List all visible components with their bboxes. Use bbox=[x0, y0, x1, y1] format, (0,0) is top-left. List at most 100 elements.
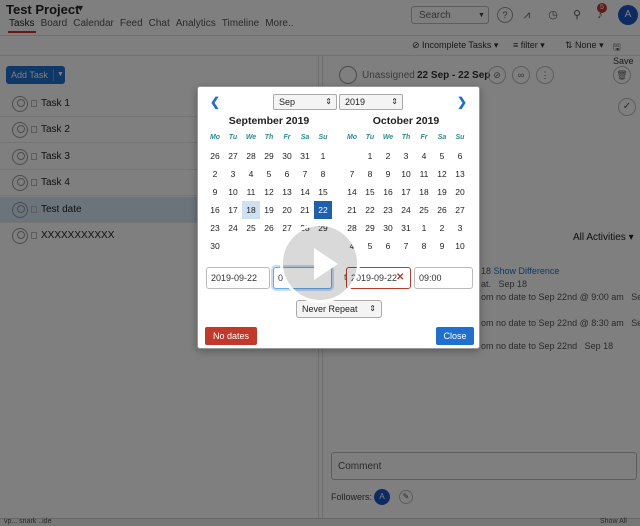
calendar-day[interactable]: 11 bbox=[242, 183, 260, 201]
weekday-header: Th bbox=[264, 134, 274, 141]
calendar-day[interactable]: 1 bbox=[361, 147, 379, 165]
calendar-day[interactable]: 15 bbox=[361, 183, 379, 201]
calendar-day[interactable]: 18 bbox=[415, 183, 433, 201]
weekday-header: Su bbox=[318, 134, 328, 141]
calendar-day[interactable]: 3 bbox=[224, 165, 242, 183]
calendar-day[interactable]: 9 bbox=[379, 165, 397, 183]
updown-icon: ⇕ bbox=[325, 97, 332, 106]
calendar-day[interactable]: 6 bbox=[451, 147, 469, 165]
calendar-day[interactable]: 7 bbox=[397, 237, 415, 255]
calendar-day[interactable]: 3 bbox=[397, 147, 415, 165]
weekday-header: We bbox=[245, 134, 257, 141]
calendar-day[interactable]: 6 bbox=[278, 165, 296, 183]
calendar-day[interactable]: 6 bbox=[379, 237, 397, 255]
calendar-day[interactable]: 30 bbox=[379, 219, 397, 237]
calendar-day[interactable]: 23 bbox=[379, 201, 397, 219]
calendar-day[interactable]: 4 bbox=[415, 147, 433, 165]
calendar-day[interactable]: 22 bbox=[361, 201, 379, 219]
calendar-day[interactable]: 17 bbox=[224, 201, 242, 219]
weekday-header: Th bbox=[401, 134, 411, 141]
weekday-header: Tu bbox=[365, 134, 375, 141]
calendar-day[interactable]: 4 bbox=[242, 165, 260, 183]
calendar-day[interactable]: 21 bbox=[296, 201, 314, 219]
calendar-day[interactable]: 30 bbox=[278, 147, 296, 165]
calendar-day[interactable]: 5 bbox=[433, 147, 451, 165]
no-dates-button[interactable]: No dates bbox=[205, 327, 257, 345]
calendar-day[interactable]: 19 bbox=[433, 183, 451, 201]
calendar-day[interactable]: 26 bbox=[433, 201, 451, 219]
calendar-day[interactable]: 24 bbox=[397, 201, 415, 219]
calendar-day[interactable]: 20 bbox=[451, 183, 469, 201]
calendar-day[interactable]: 17 bbox=[397, 183, 415, 201]
calendar-day[interactable]: 16 bbox=[206, 201, 224, 219]
calendar-day[interactable]: 25 bbox=[415, 201, 433, 219]
calendar-day[interactable]: 19 bbox=[260, 201, 278, 219]
start-date-input[interactable]: 2019-09-22 bbox=[206, 267, 270, 289]
calendar-day[interactable]: 12 bbox=[260, 183, 278, 201]
calendar-day[interactable]: 9 bbox=[206, 183, 224, 201]
prev-month-icon[interactable]: ❮ bbox=[210, 95, 220, 109]
calendar-day[interactable]: 21 bbox=[343, 201, 361, 219]
calendar-day[interactable]: 1 bbox=[314, 147, 332, 165]
calendar-day[interactable]: 15 bbox=[314, 183, 332, 201]
date-range-picker: ❮ Sep ⇕ 2019 ⇕ ❯ September 2019 Mo Tu We Th Fr… bbox=[197, 86, 480, 349]
calendar-day-selected[interactable]: 22 bbox=[314, 201, 332, 219]
calendar-day[interactable]: 8 bbox=[361, 165, 379, 183]
calendar-day[interactable]: 8 bbox=[415, 237, 433, 255]
calendar-day[interactable]: 5 bbox=[361, 237, 379, 255]
calendar-day[interactable]: 3 bbox=[451, 219, 469, 237]
calendar-day[interactable]: 31 bbox=[296, 147, 314, 165]
calendar-day[interactable]: 27 bbox=[224, 147, 242, 165]
calendar-day[interactable]: 10 bbox=[451, 237, 469, 255]
calendar-day[interactable]: 9 bbox=[433, 237, 451, 255]
calendar-title: October 2019 bbox=[372, 115, 440, 127]
calendar-empty-cell bbox=[242, 237, 260, 255]
calendar-empty-cell bbox=[224, 237, 242, 255]
calendar-day[interactable]: 25 bbox=[242, 219, 260, 237]
calendar-day[interactable]: 29 bbox=[260, 147, 278, 165]
calendar-day[interactable]: 7 bbox=[296, 165, 314, 183]
calendar-empty-cell bbox=[343, 147, 361, 165]
calendar-day[interactable]: 26 bbox=[260, 219, 278, 237]
calendar-day[interactable]: 11 bbox=[415, 165, 433, 183]
calendar-day[interactable]: 12 bbox=[433, 165, 451, 183]
calendar-day[interactable]: 13 bbox=[278, 183, 296, 201]
year-select[interactable]: 2019 ⇕ bbox=[339, 94, 403, 110]
calendar-day[interactable]: 16 bbox=[379, 183, 397, 201]
calendar-day[interactable]: 23 bbox=[206, 219, 224, 237]
calendar-day[interactable]: 2 bbox=[206, 165, 224, 183]
calendar-day[interactable]: 10 bbox=[224, 183, 242, 201]
close-button[interactable]: Close bbox=[436, 327, 474, 345]
calendar-day[interactable]: 1 bbox=[415, 219, 433, 237]
next-month-icon[interactable]: ❯ bbox=[457, 95, 467, 109]
repeat-select[interactable]: Never Repeat ⇕ bbox=[296, 300, 382, 318]
clear-icon[interactable]: ✕ bbox=[396, 272, 404, 283]
calendar-day[interactable]: 20 bbox=[278, 201, 296, 219]
calendar-day[interactable]: 13 bbox=[451, 165, 469, 183]
calendar-day[interactable]: 29 bbox=[361, 219, 379, 237]
play-icon[interactable] bbox=[280, 223, 360, 303]
calendar-day[interactable]: 14 bbox=[296, 183, 314, 201]
calendar-day-today[interactable]: 18 bbox=[242, 201, 260, 219]
calendar-day[interactable]: 28 bbox=[242, 147, 260, 165]
calendar-day[interactable]: 30 bbox=[206, 237, 224, 255]
calendar-day[interactable]: 2 bbox=[433, 219, 451, 237]
weekday-header: Tu bbox=[228, 134, 238, 141]
calendar-day[interactable]: 31 bbox=[397, 219, 415, 237]
calendar-day[interactable]: 2 bbox=[379, 147, 397, 165]
calendar-day[interactable]: 14 bbox=[343, 183, 361, 201]
end-time-input[interactable]: 09:00 bbox=[414, 267, 473, 289]
calendar-day[interactable]: 5 bbox=[260, 165, 278, 183]
month-select[interactable]: Sep ⇕ bbox=[273, 94, 337, 110]
updown-icon: ⇕ bbox=[391, 97, 398, 106]
calendar-october: October 2019 Mo Tu We Th Fr Sa Su 1 2 3 4 5 6 7 8 9 10 11… bbox=[343, 113, 469, 255]
calendar-day[interactable]: 24 bbox=[224, 219, 242, 237]
calendar-day[interactable]: 26 bbox=[206, 147, 224, 165]
calendar-day[interactable]: 27 bbox=[451, 201, 469, 219]
calendar-day[interactable]: 10 bbox=[397, 165, 415, 183]
calendar-day[interactable]: 7 bbox=[343, 165, 361, 183]
weekday-header: Mo bbox=[346, 134, 358, 141]
calendar-day[interactable]: 8 bbox=[314, 165, 332, 183]
weekday-header: Su bbox=[455, 134, 465, 141]
weekday-header: Fr bbox=[283, 134, 291, 141]
